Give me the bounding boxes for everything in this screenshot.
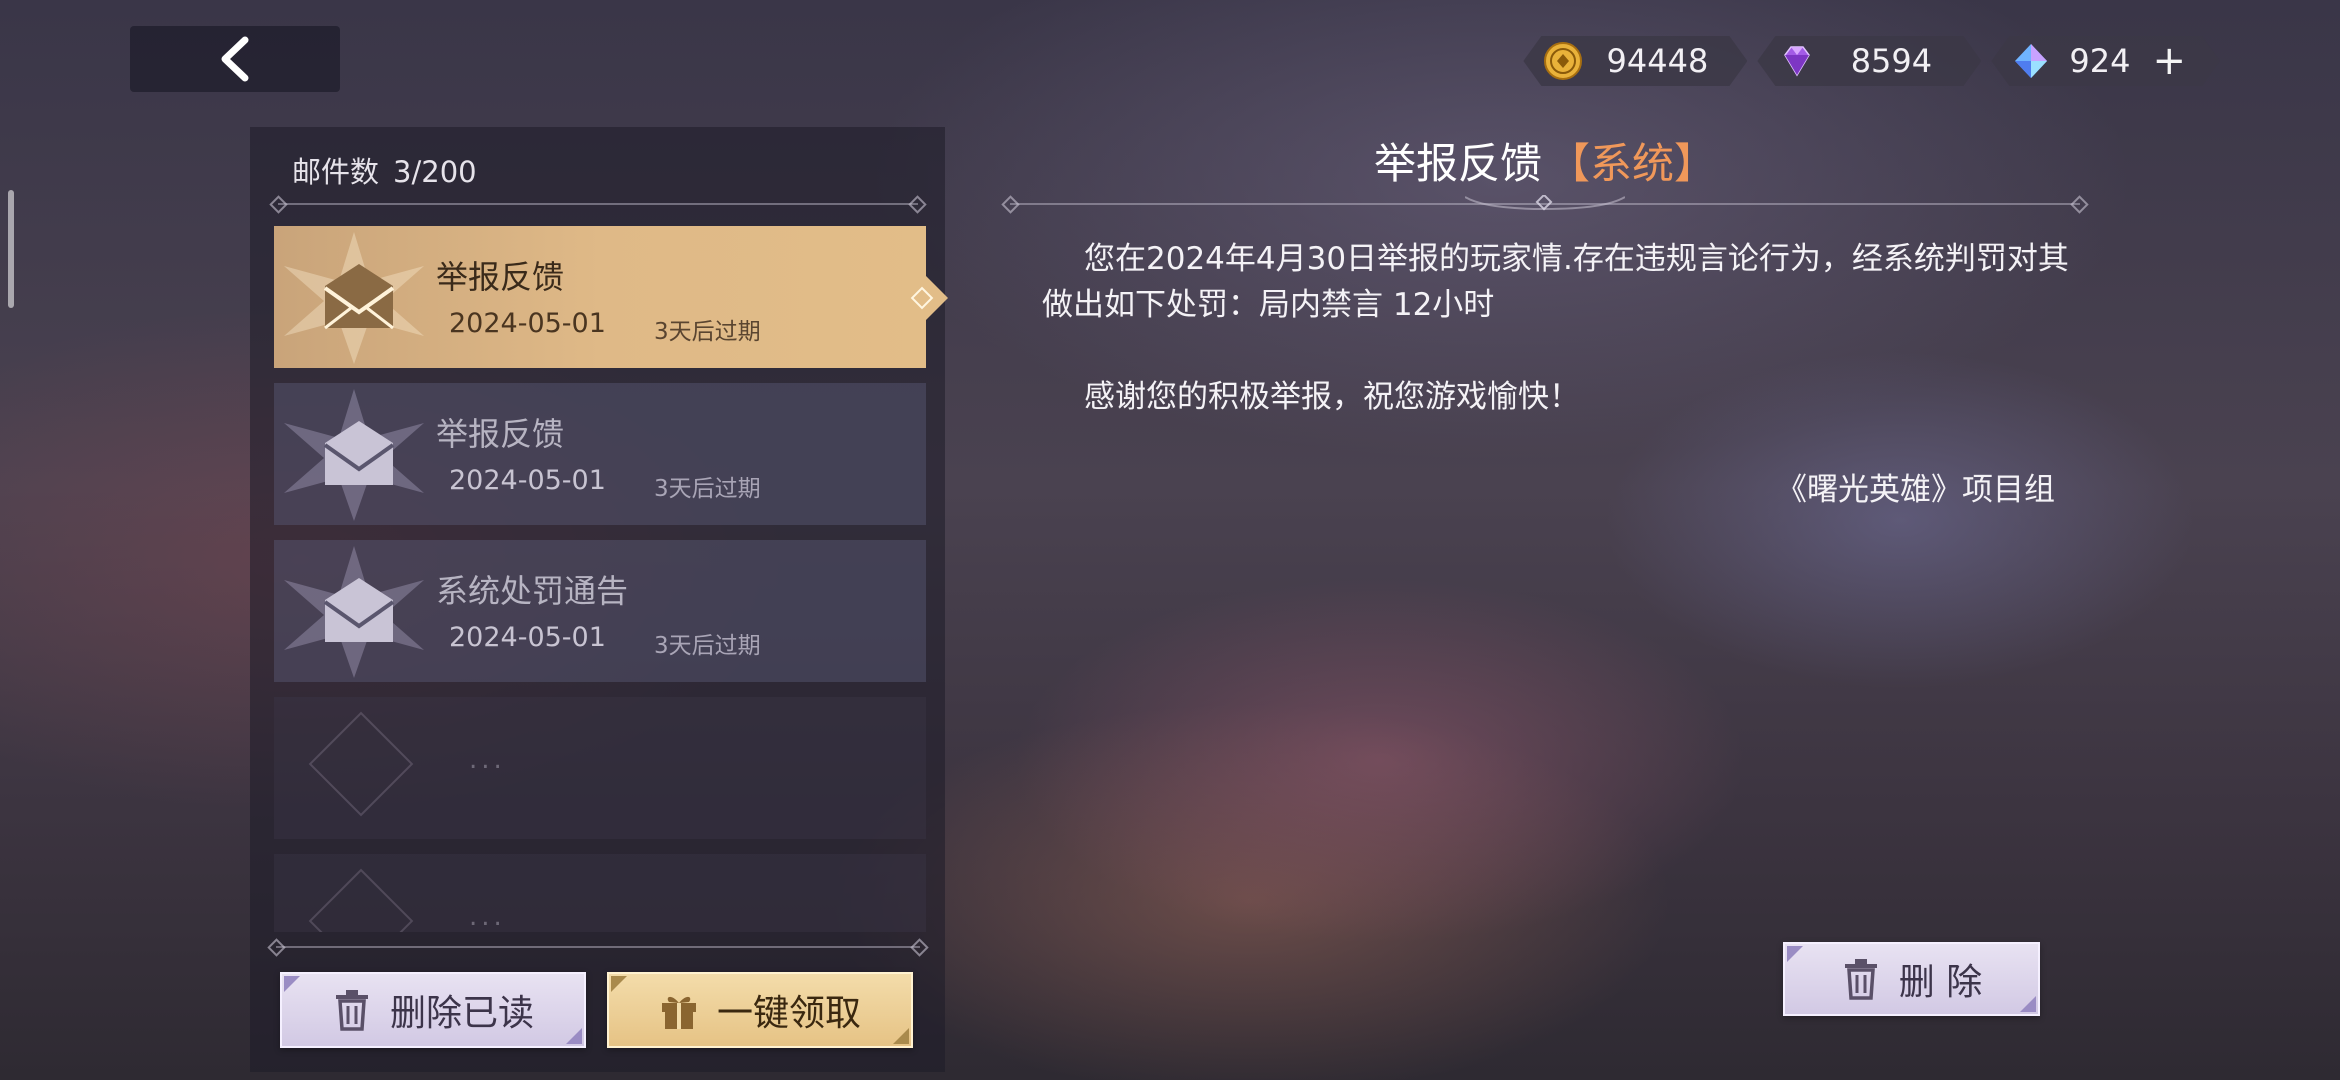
detail-paragraph: 感谢您的积极举报，祝您游戏愉快！	[1084, 379, 1580, 415]
detail-paragraph: 您在2024年4月30日举报的玩家情.存在违规言论行为，经系统判罚对其做出如下处…	[1042, 241, 2069, 323]
mail-count-label: 邮件数	[292, 155, 380, 189]
edge-scroll-indicator	[8, 190, 14, 308]
delete-button[interactable]: 删 除	[1783, 942, 2040, 1016]
crystal-currency[interactable]: 924 +	[1991, 36, 2220, 86]
purple-diamond-icon	[1777, 41, 1817, 81]
blue-crystal-icon	[2011, 41, 2051, 81]
mail-title: 举报反馈	[436, 415, 565, 453]
mail-expire: 3天后过期	[654, 633, 761, 659]
add-currency-button[interactable]: +	[2152, 41, 2186, 81]
delete-read-label: 删除已读	[389, 993, 534, 1034]
back-button[interactable]	[130, 26, 340, 92]
detail-signature: 《曙光英雄》项目组	[1776, 472, 2055, 508]
gold-coin-icon	[1543, 41, 1583, 81]
envelope-open-icon	[323, 578, 395, 642]
chevron-left-icon	[221, 36, 249, 82]
claim-all-button[interactable]: 一键领取	[607, 972, 913, 1048]
mail-date: 2024-05-01	[449, 308, 606, 339]
diamond-amount: 8594	[1850, 42, 1933, 80]
gold-currency: 94448	[1523, 36, 1747, 86]
diamond-currency: 8594	[1757, 36, 1981, 86]
mail-title: 系统处罚通告	[436, 572, 629, 610]
mail-detail-title: 举报反馈 【系统】	[1000, 130, 2090, 191]
crystal-amount: 924	[2069, 42, 2131, 80]
gold-amount: 94448	[1606, 42, 1709, 80]
placeholder-dots: ...	[469, 902, 506, 932]
gift-icon	[661, 996, 696, 1029]
mail-count-value: 3/200	[393, 155, 477, 189]
divider-ornament	[1465, 195, 1625, 211]
trash-icon	[1844, 959, 1877, 1000]
delete-label: 删 除	[1898, 962, 1983, 1003]
envelope-icon	[323, 264, 395, 330]
claim-all-label: 一键领取	[716, 993, 861, 1034]
mail-date: 2024-05-01	[449, 465, 606, 496]
detail-category-tag: 【系统】	[1548, 139, 1717, 188]
empty-slot-diamond-icon	[308, 868, 414, 932]
list-bottom-divider	[276, 946, 920, 948]
mail-item[interactable]: 系统处罚通告 2024-05-01 3天后过期	[274, 540, 926, 682]
envelope-open-icon	[323, 421, 395, 485]
detail-title-text: 举报反馈	[1373, 139, 1542, 188]
mail-expire: 3天后过期	[654, 319, 761, 345]
mail-item[interactable]: 举报反馈 2024-05-01 3天后过期	[274, 383, 926, 525]
empty-mail-slot: ...	[274, 697, 926, 839]
empty-slot-diamond-icon	[308, 711, 414, 817]
mail-detail-body: 您在2024年4月30日举报的玩家情.存在违规言论行为，经系统判罚对其做出如下处…	[1042, 236, 2072, 420]
mail-expire: 3天后过期	[654, 476, 761, 502]
currency-bar: 94448 8594 924 +	[1523, 36, 2220, 86]
trash-icon	[335, 990, 368, 1031]
mail-count: 邮件数 3/200	[292, 149, 477, 191]
mail-title: 举报反馈	[436, 258, 565, 296]
empty-mail-slot: ...	[274, 854, 926, 932]
mail-item[interactable]: 举报反馈 2024-05-01 3天后过期	[274, 226, 948, 368]
delete-read-button[interactable]: 删除已读	[280, 972, 586, 1048]
placeholder-dots: ...	[469, 745, 506, 775]
mail-date: 2024-05-01	[449, 622, 606, 653]
list-top-divider	[278, 203, 918, 205]
mail-list-panel: 邮件数 3/200 举报反馈 2024-05-01 3天后过期 举报反馈 202…	[250, 127, 948, 1072]
